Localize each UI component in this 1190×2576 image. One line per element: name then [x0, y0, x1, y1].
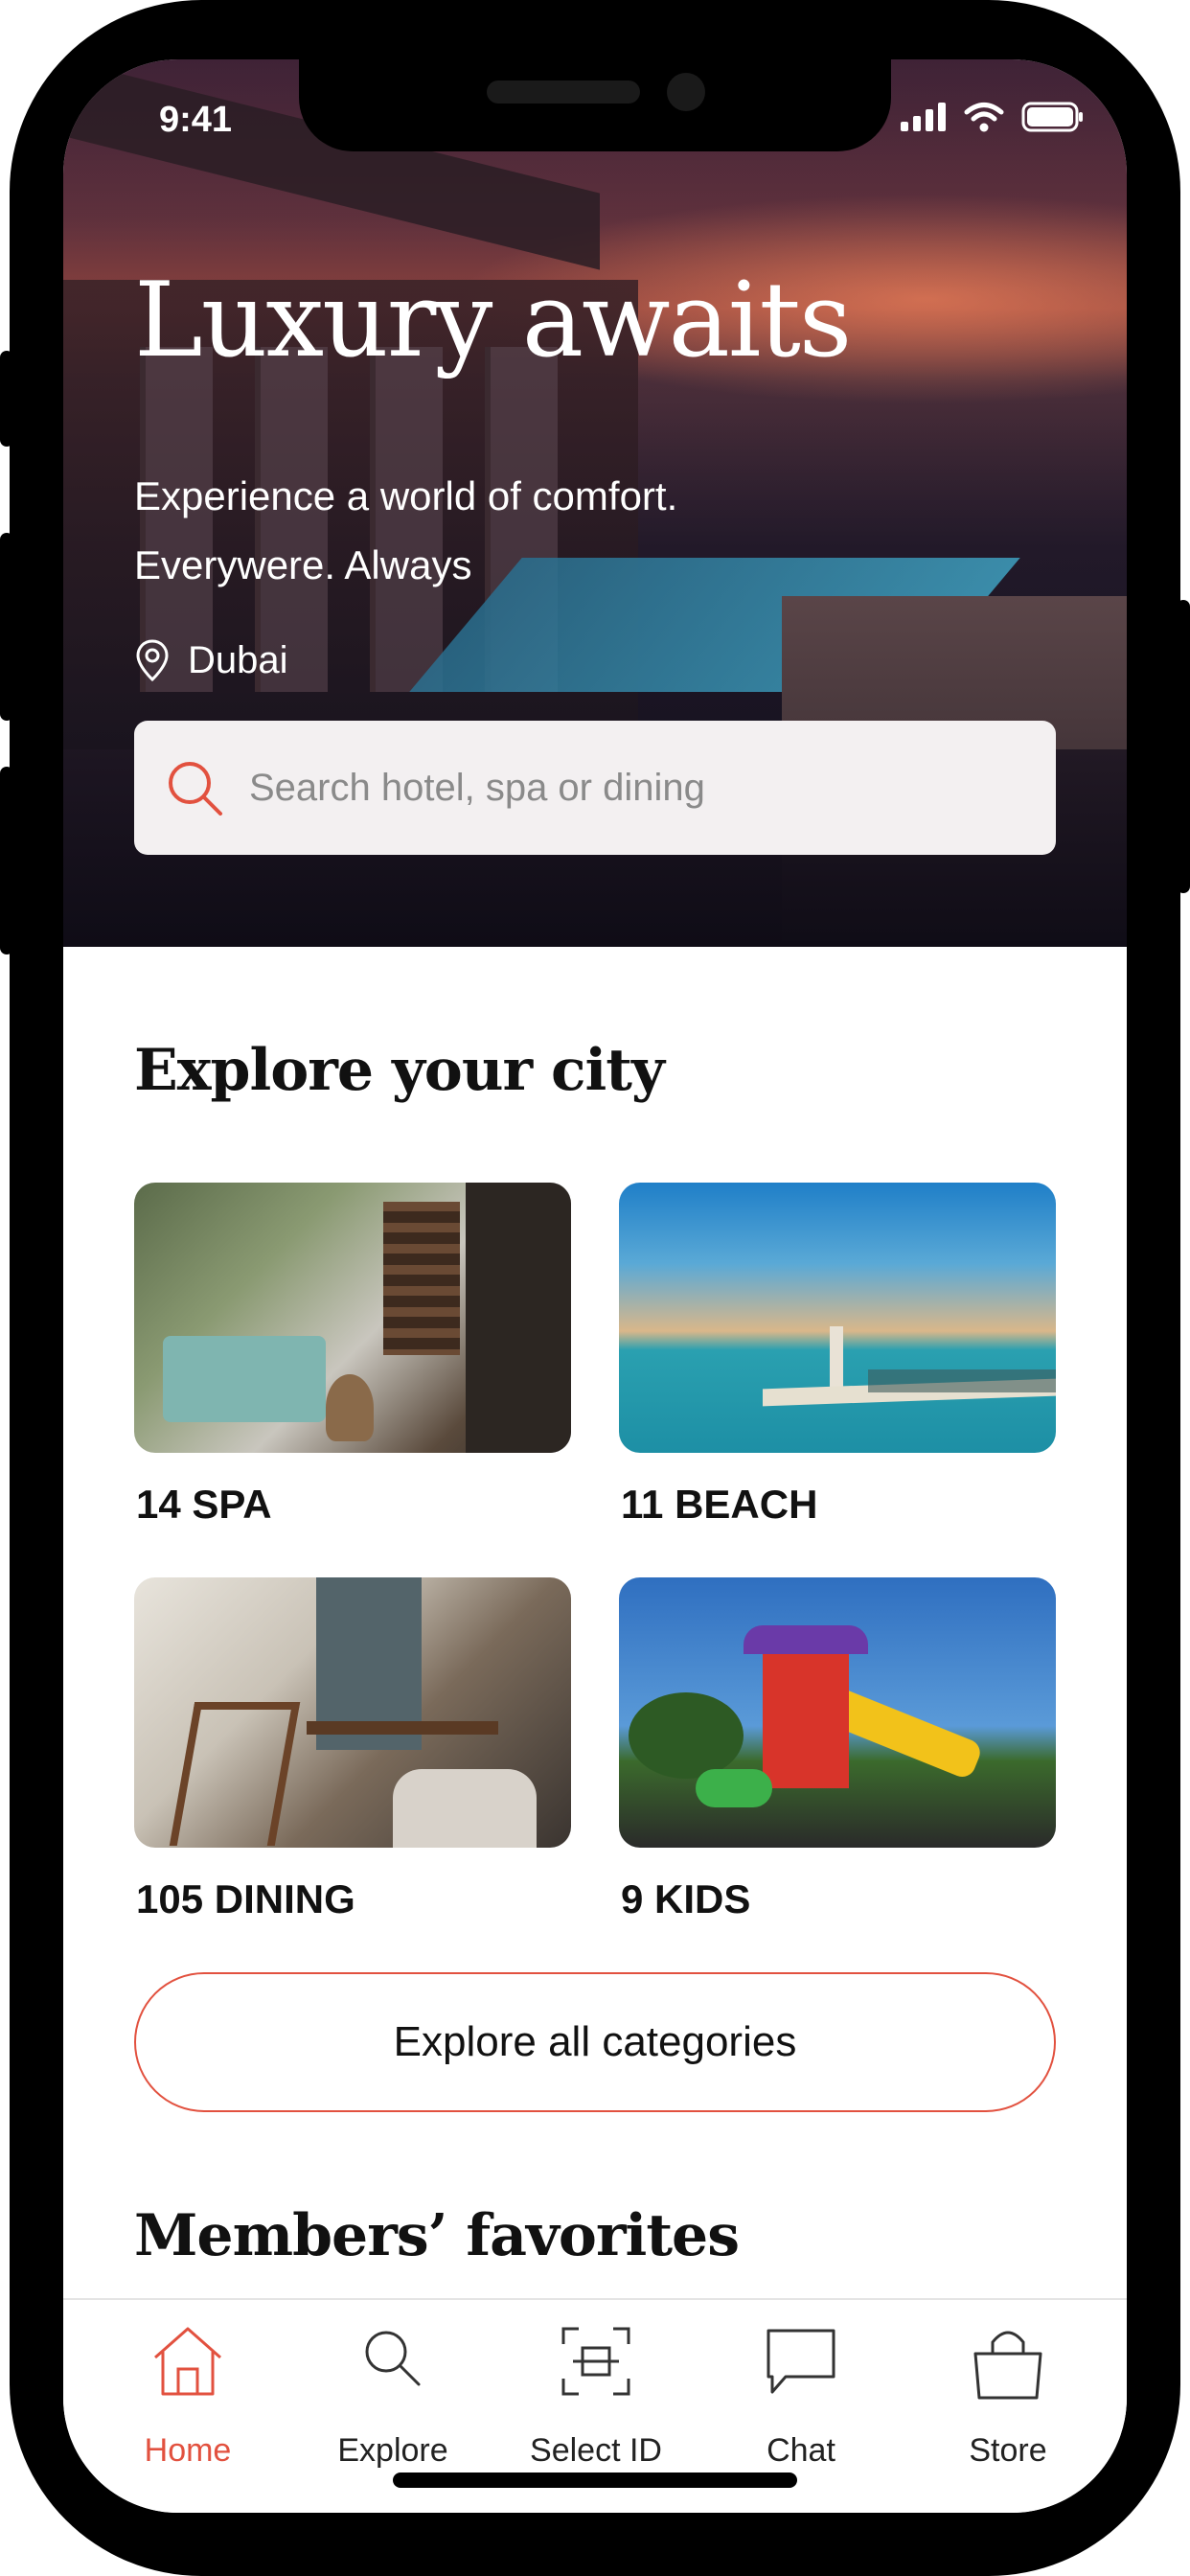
- category-label-spa: 14 SPA: [136, 1482, 272, 1527]
- kids-tower: [763, 1644, 849, 1788]
- tab-home[interactable]: Home: [92, 2300, 284, 2472]
- search-bar[interactable]: Search hotel, spa or dining: [134, 721, 1056, 855]
- search-icon: [169, 762, 222, 816]
- bag-icon: [973, 2331, 1042, 2400]
- tab-select-id[interactable]: Select ID: [500, 2300, 692, 2472]
- spa-vase: [326, 1374, 374, 1441]
- hero-banner: 9:41 Luxury awaits Experience a world of…: [63, 59, 1127, 947]
- search-input[interactable]: Search hotel, spa or dining: [249, 767, 705, 810]
- volume-down-button: [0, 767, 13, 954]
- spa-plunge-pool: [163, 1336, 326, 1422]
- dining-table: [307, 1721, 498, 1735]
- location-pin-icon: [136, 639, 169, 682]
- search-icon: [365, 2331, 421, 2386]
- signal-icon: [901, 103, 946, 131]
- status-time: 9:41: [159, 100, 233, 140]
- dining-chair: [169, 1702, 301, 1846]
- beach-tower: [830, 1326, 843, 1393]
- hero-subtitle-line1: Experience a world of comfort.: [134, 473, 678, 518]
- tab-home-label: Home: [144, 2432, 232, 2469]
- speaker: [487, 80, 640, 104]
- tab-chat[interactable]: Chat: [705, 2300, 897, 2472]
- location-selector[interactable]: Dubai: [134, 638, 288, 682]
- beach-skyline: [868, 1369, 1056, 1392]
- category-label-kids: 9 KIDS: [621, 1876, 751, 1921]
- category-card-spa[interactable]: [134, 1183, 571, 1453]
- tab-explore-label: Explore: [337, 2432, 448, 2469]
- category-card-beach[interactable]: [619, 1183, 1056, 1453]
- kids-roof: [744, 1625, 868, 1654]
- home-icon: [154, 2327, 221, 2396]
- volume-up-button: [0, 533, 13, 721]
- tab-chat-label: Chat: [767, 2432, 835, 2469]
- mute-switch: [0, 351, 13, 447]
- kids-slide-green: [696, 1769, 772, 1807]
- dining-chair-blur: [393, 1769, 537, 1848]
- chat-icon: [767, 2329, 835, 2394]
- camera: [667, 73, 705, 111]
- members-favorites-title: Members’ favorites: [134, 2202, 740, 2269]
- battery-icon: [1021, 102, 1083, 132]
- category-card-dining[interactable]: [134, 1577, 571, 1848]
- hero-subtitle-line2: Everywere. Always: [134, 542, 472, 587]
- tab-select-id-label: Select ID: [530, 2432, 662, 2469]
- category-label-beach: 11 BEACH: [621, 1482, 818, 1527]
- location-label: Dubai: [188, 638, 288, 681]
- scan-icon: [561, 2327, 630, 2396]
- hero-subtitle: Experience a world of comfort. Everywere…: [134, 462, 996, 600]
- spa-wood-slats: [383, 1202, 460, 1355]
- kids-tree: [629, 1692, 744, 1779]
- status-icons: [901, 102, 1085, 132]
- tab-explore[interactable]: Explore: [297, 2300, 489, 2472]
- explore-all-categories-button[interactable]: Explore all categories: [134, 1972, 1056, 2112]
- tab-store[interactable]: Store: [912, 2300, 1104, 2472]
- hero-title: Luxury awaits: [134, 261, 852, 380]
- spa-dark-wall: [466, 1183, 571, 1453]
- category-label-dining: 105 DINING: [136, 1876, 355, 1921]
- wifi-icon: [964, 103, 1004, 132]
- explore-title: Explore your city: [134, 1037, 665, 1104]
- home-indicator[interactable]: [393, 2472, 797, 2488]
- app-screen: 9:41 Luxury awaits Experience a world of…: [63, 59, 1127, 2513]
- power-button: [1177, 600, 1190, 893]
- category-card-kids[interactable]: [619, 1577, 1056, 1848]
- notch: [299, 59, 891, 151]
- tab-store-label: Store: [969, 2432, 1047, 2469]
